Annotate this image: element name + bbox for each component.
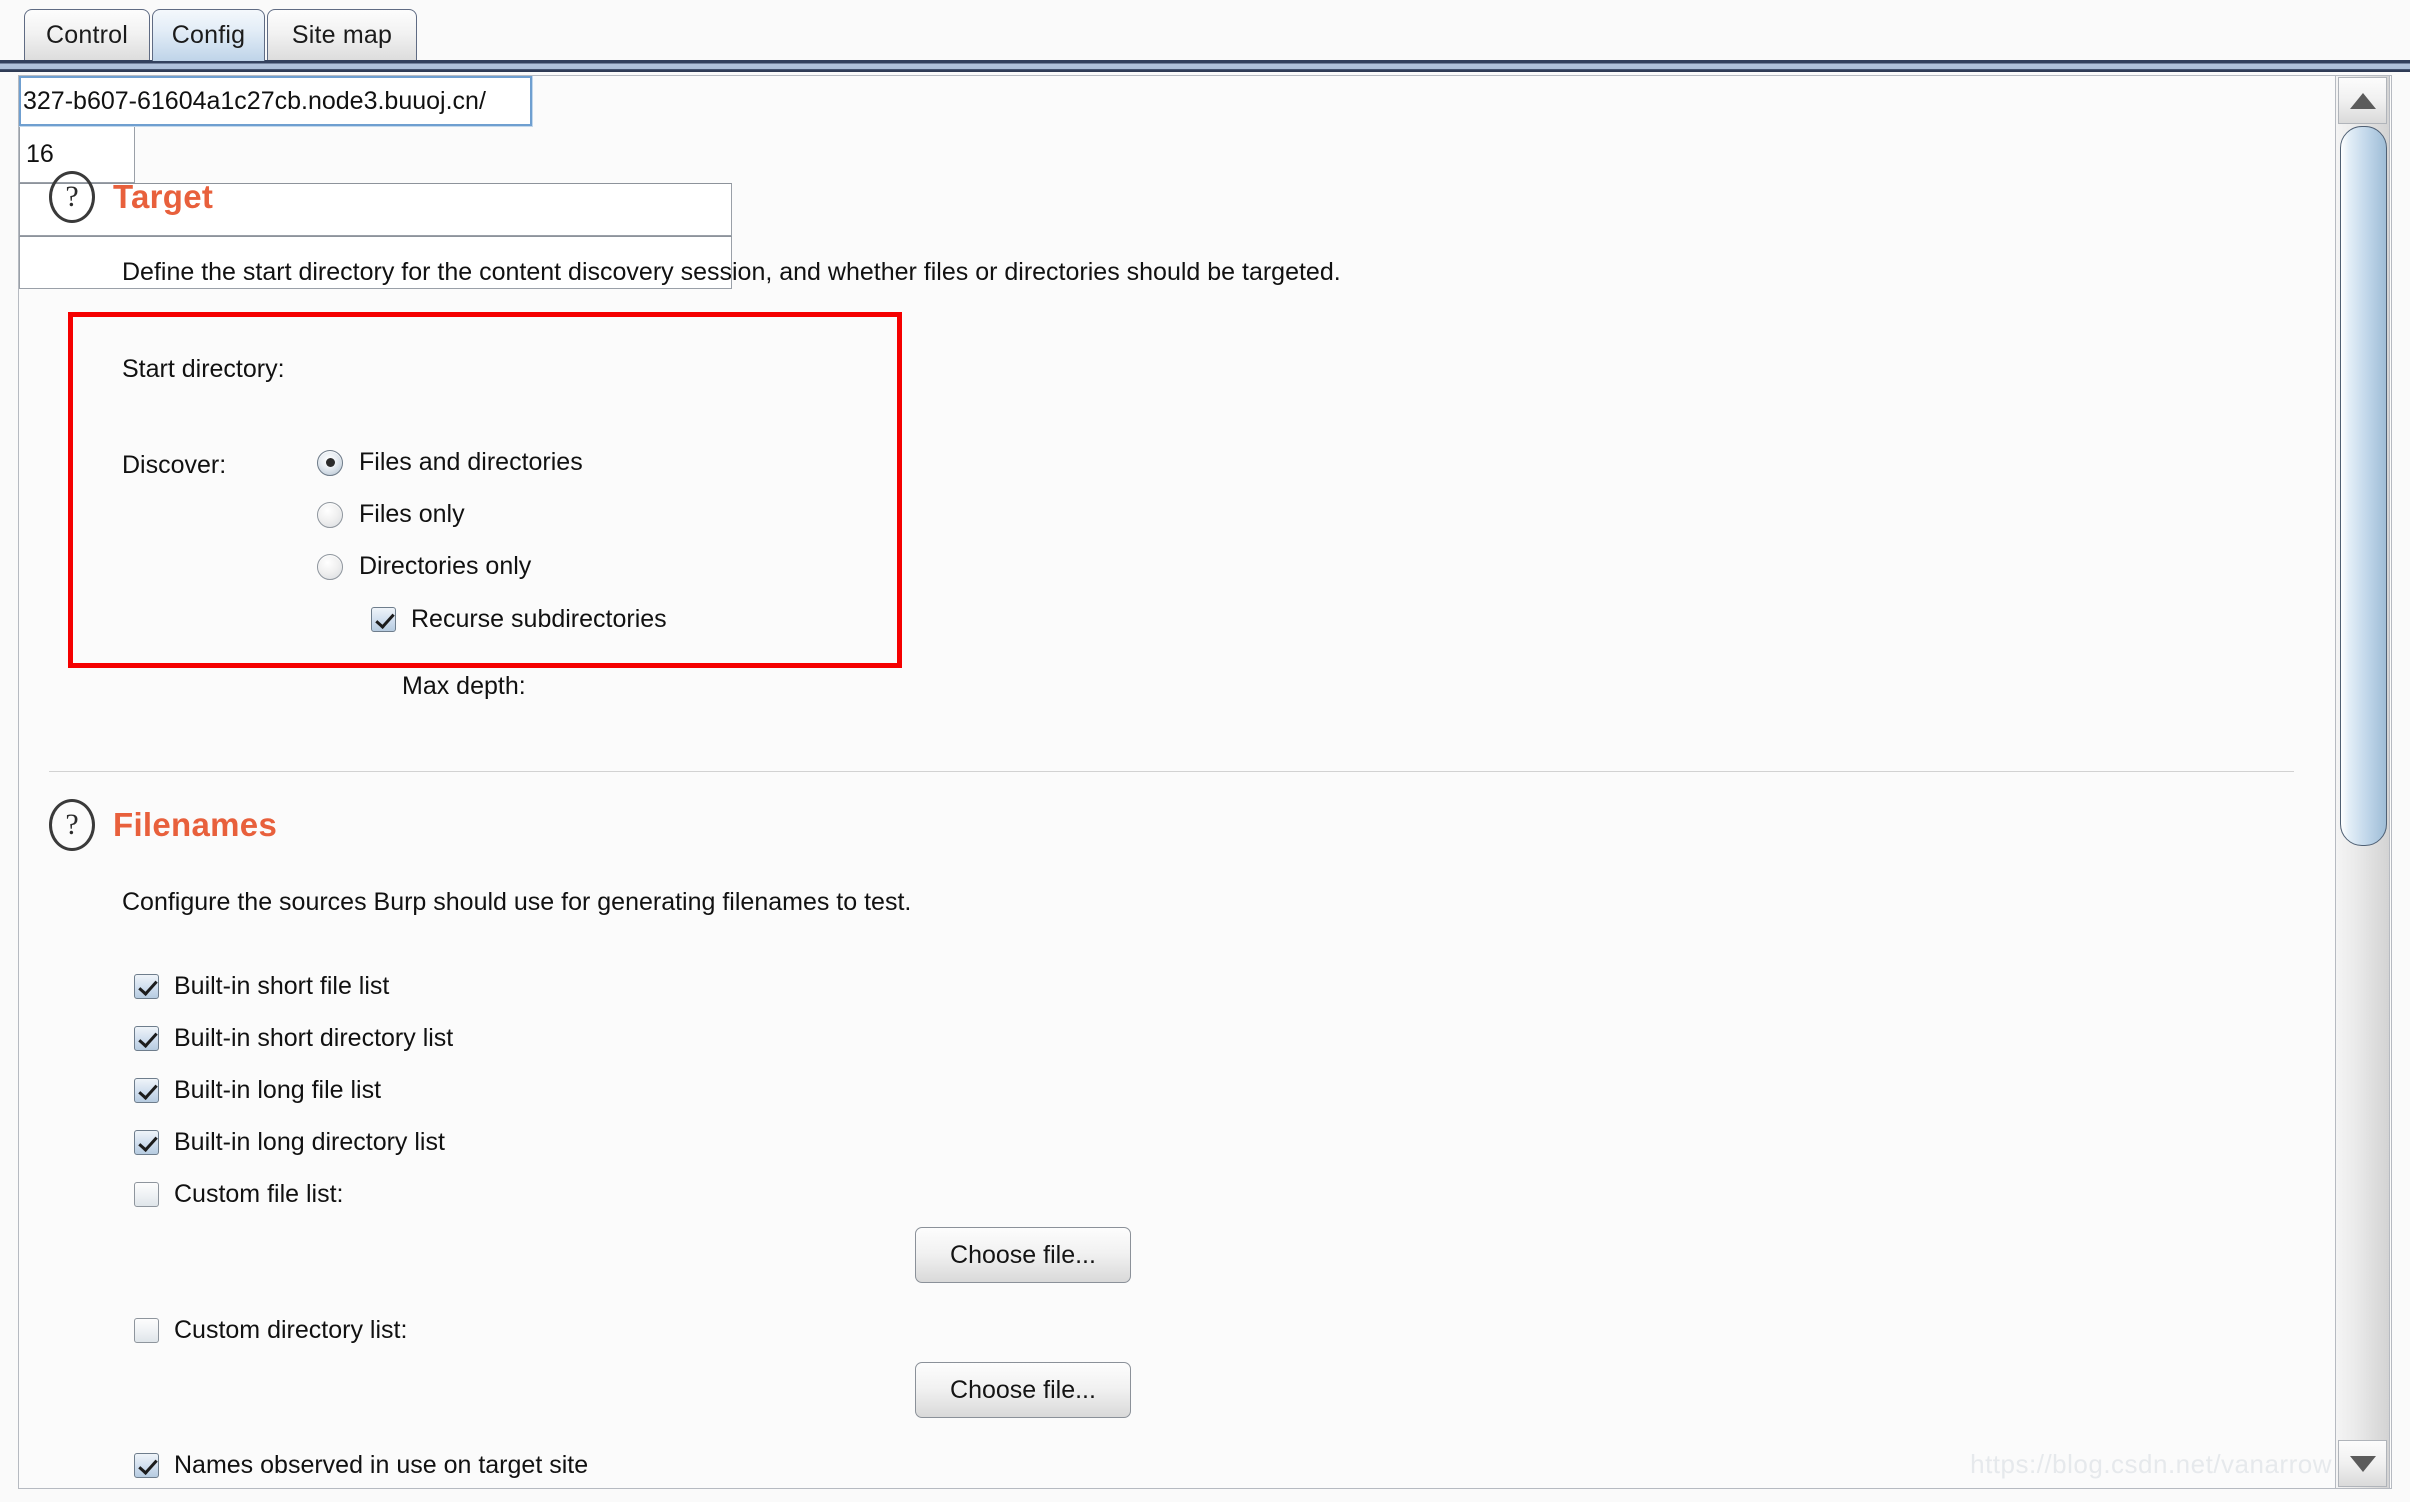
radio-files-and-directories-indicator[interactable]: [317, 449, 343, 476]
checkbox-builtin-long-file-list-indicator[interactable]: [134, 1078, 159, 1103]
checkbox-builtin-long-file-list[interactable]: Built-in long file list: [134, 1076, 381, 1105]
checkbox-names-observed-in-use[interactable]: Names observed in use on target site: [134, 1451, 588, 1480]
tab-site-map[interactable]: Site map: [267, 9, 417, 61]
radio-directories-only-label: Directories only: [359, 552, 532, 580]
checkbox-builtin-long-file-list-label: Built-in long file list: [174, 1076, 382, 1104]
vertical-scrollbar[interactable]: [2335, 76, 2390, 1488]
radio-files-only-indicator[interactable]: [317, 501, 343, 528]
checkbox-builtin-short-directory-list-label: Built-in short directory list: [174, 1024, 454, 1052]
radio-files-only-label: Files only: [359, 500, 465, 528]
question-mark-icon[interactable]: ?: [49, 799, 95, 851]
filenames-section-description: Configure the sources Burp should use fo…: [122, 888, 912, 916]
radio-directories-only-indicator[interactable]: [317, 553, 343, 580]
start-directory-label: Start directory:: [122, 355, 285, 383]
choose-file-button-directory-list[interactable]: Choose file...: [915, 1362, 1131, 1418]
scroll-up-button[interactable]: [2338, 77, 2387, 124]
checkbox-builtin-short-file-list[interactable]: Built-in short file list: [134, 972, 389, 1001]
checkbox-names-observed-in-use-label: Names observed in use on target site: [174, 1451, 589, 1479]
checkbox-names-observed-in-use-indicator[interactable]: [134, 1453, 159, 1478]
max-depth-label: Max depth:: [402, 672, 526, 700]
tab-config[interactable]: Config: [152, 9, 265, 61]
tab-bar-underline: [0, 60, 2410, 72]
scrollbar-thumb[interactable]: [2340, 126, 2387, 846]
triangle-up-icon: [2349, 92, 2376, 109]
question-mark-icon[interactable]: ?: [49, 171, 95, 223]
start-directory-value: 327-b607-61604a1c27cb.node3.buuoj.cn/: [23, 86, 486, 115]
checkbox-builtin-long-directory-list-label: Built-in long directory list: [174, 1128, 445, 1156]
checkbox-recurse-subdirectories-label: Recurse subdirectories: [411, 605, 667, 633]
checkbox-custom-file-list-label: Custom file list:: [174, 1180, 344, 1208]
config-panel: ? Target Define the start directory for …: [18, 75, 2392, 1489]
choose-file-button-file-list[interactable]: Choose file...: [915, 1227, 1131, 1283]
filenames-section-title: Filenames: [113, 806, 278, 843]
choose-file-button-directory-list-label: Choose file...: [950, 1375, 1096, 1404]
triangle-down-icon: [2349, 1455, 2376, 1472]
tab-config-label: Config: [171, 21, 246, 49]
checkbox-recurse-subdirectories[interactable]: Recurse subdirectories: [371, 605, 667, 634]
radio-files-and-directories-label: Files and directories: [359, 448, 583, 476]
radio-files-and-directories[interactable]: Files and directories: [317, 448, 583, 477]
checkbox-custom-file-list[interactable]: Custom file list:: [134, 1180, 343, 1209]
target-section-header: ? Target: [49, 171, 213, 223]
checkbox-custom-directory-list-label: Custom directory list:: [174, 1316, 408, 1344]
start-directory-input[interactable]: 327-b607-61604a1c27cb.node3.buuoj.cn/: [19, 76, 533, 127]
discover-label: Discover:: [122, 451, 227, 479]
checkbox-custom-directory-list-indicator[interactable]: [134, 1318, 159, 1343]
config-panel-content: ? Target Define the start directory for …: [19, 76, 2319, 1488]
tab-control[interactable]: Control: [24, 9, 150, 61]
tab-site-map-label: Site map: [291, 21, 393, 49]
checkbox-custom-file-list-indicator[interactable]: [134, 1182, 159, 1207]
tab-control-label: Control: [46, 21, 128, 49]
watermark: https://blog.csdn.net/vanarrow: [1970, 1449, 2332, 1479]
checkbox-builtin-short-file-list-indicator[interactable]: [134, 974, 159, 999]
checkbox-builtin-short-directory-list-indicator[interactable]: [134, 1026, 159, 1051]
radio-directories-only[interactable]: Directories only: [317, 552, 531, 581]
tab-bar: Control Config Site map: [0, 0, 2410, 72]
target-section-description: Define the start directory for the conte…: [122, 258, 1341, 286]
target-section-title: Target: [113, 178, 214, 215]
checkbox-custom-directory-list[interactable]: Custom directory list:: [134, 1316, 407, 1345]
radio-files-only[interactable]: Files only: [317, 500, 465, 529]
checkbox-builtin-long-directory-list[interactable]: Built-in long directory list: [134, 1128, 445, 1157]
checkbox-builtin-long-directory-list-indicator[interactable]: [134, 1130, 159, 1155]
section-divider: [49, 771, 2294, 772]
checkbox-recurse-subdirectories-indicator[interactable]: [371, 607, 396, 632]
filenames-section-header: ? Filenames: [49, 799, 277, 851]
checkbox-builtin-short-directory-list[interactable]: Built-in short directory list: [134, 1024, 453, 1053]
checkbox-builtin-short-file-list-label: Built-in short file list: [174, 972, 390, 1000]
scroll-down-button[interactable]: [2338, 1440, 2387, 1487]
choose-file-button-file-list-label: Choose file...: [950, 1240, 1096, 1269]
max-depth-value: 16: [26, 140, 54, 168]
